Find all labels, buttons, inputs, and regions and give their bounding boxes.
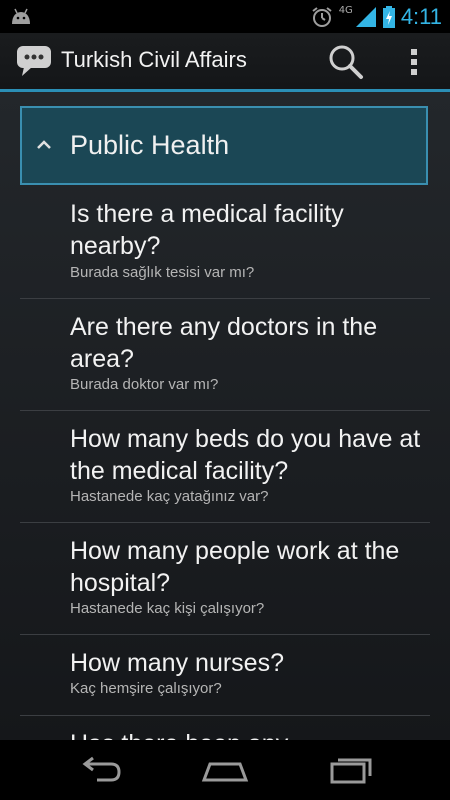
phrase-turkish: Hastanede kaç kişi çalışıyor? [70, 600, 265, 617]
phrase-english: Has there been any [70, 728, 430, 740]
phrase-item[interactable]: Is there a medical facility nearby? Bura… [20, 186, 430, 299]
phrase-english: How many beds do you have at the medical… [70, 425, 421, 485]
home-icon[interactable] [200, 752, 250, 788]
phrase-item[interactable]: How many nurses? Kaç hemşire çalışıyor? [20, 635, 430, 716]
system-nav-bar [0, 740, 450, 800]
group-label: Public Health [70, 130, 230, 160]
phrase-turkish: Burada sağlık tesisi var mı? [70, 264, 255, 281]
status-bar: 4G 4:11 [0, 0, 450, 33]
overflow-menu-icon[interactable] [404, 45, 424, 79]
phrase-item[interactable]: How many people work at the hospital? Ha… [20, 523, 430, 635]
chevron-up-icon [37, 140, 51, 149]
phrase-item[interactable]: Has there been any [20, 716, 430, 740]
status-time: 4:11 [400, 3, 442, 29]
battery-charging-icon [382, 5, 395, 28]
signal-icon [355, 6, 376, 27]
app-title: Turkish Civil Affairs [61, 47, 247, 72]
phrase-english: How many people work at the hospital? [70, 537, 400, 597]
phrase-turkish: Kaç hemşire çalışıyor? [70, 680, 222, 697]
app-logo-icon[interactable] [16, 44, 52, 78]
phrase-english: Are there any doctors in the area? [70, 313, 378, 373]
group-header-public-health[interactable]: Public Health [20, 106, 428, 185]
phrase-list: Public Health Is there a medical facilit… [0, 92, 450, 740]
phrase-item[interactable]: Are there any doctors in the area? Burad… [20, 299, 430, 411]
android-debug-icon [12, 8, 30, 24]
phrase-turkish: Burada doktor var mı? [70, 376, 219, 393]
alarm-icon [312, 6, 332, 27]
back-icon[interactable] [75, 752, 125, 788]
phrase-english: Is there a medical facility nearby? [70, 200, 344, 260]
phrase-english: How many nurses? [70, 649, 284, 677]
phrase-turkish: Hastanede kaç yatağınız var? [70, 488, 269, 505]
phrase-item[interactable]: How many beds do you have at the medical… [20, 411, 430, 523]
network-type-label: 4G [338, 5, 353, 16]
recent-apps-icon[interactable] [328, 752, 378, 788]
action-bar: Turkish Civil Affairs [0, 33, 450, 89]
search-icon[interactable] [326, 42, 366, 82]
